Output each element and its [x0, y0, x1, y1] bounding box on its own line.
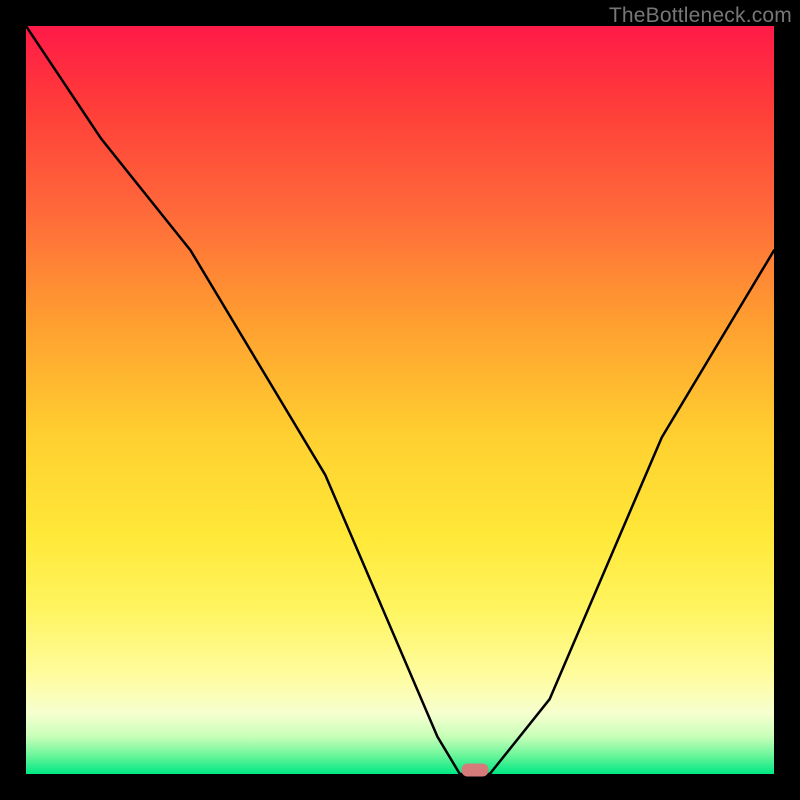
optimum-marker — [461, 764, 488, 777]
chart-gradient-area — [26, 26, 774, 774]
watermark-text: TheBottleneck.com — [609, 4, 792, 28]
